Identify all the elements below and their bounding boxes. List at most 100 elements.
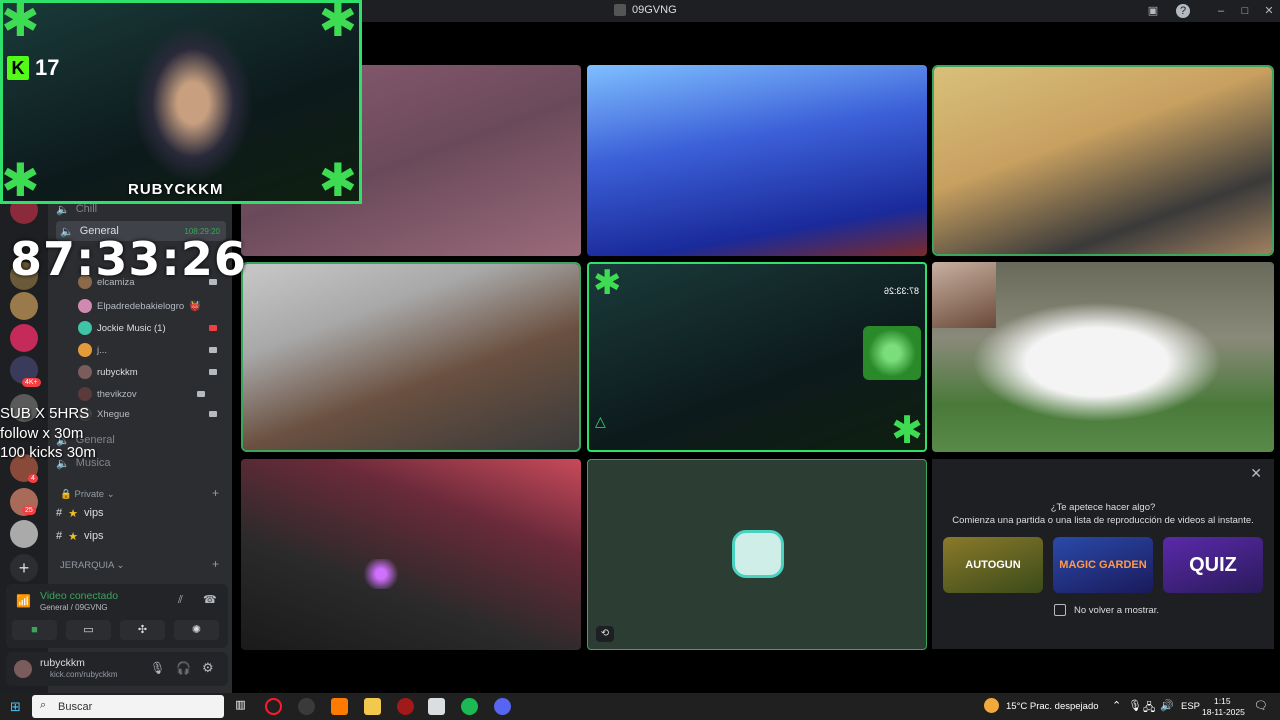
maximize-button[interactable]: □ xyxy=(1238,4,1252,18)
activity-suggestion-panel: ✕ ¿Te apetece hacer algo? Comienza una p… xyxy=(932,459,1274,649)
game-card-quiz[interactable]: QUIZ xyxy=(1163,537,1263,593)
camera-button[interactable]: ■ xyxy=(12,620,57,640)
camera-icon xyxy=(209,411,217,417)
goat-image xyxy=(972,302,1222,422)
voice-status: Video conectado xyxy=(40,590,119,602)
kick-logo-icon: K xyxy=(7,56,29,80)
server-icon xyxy=(614,4,626,16)
server-icon-4[interactable] xyxy=(10,324,38,352)
weather-icon[interactable] xyxy=(984,698,999,713)
deafened-icon xyxy=(209,325,217,331)
clock-time[interactable]: 1:15 xyxy=(1214,696,1231,706)
windows-taskbar: ⊞ ⌕ Buscar ▥ 15°C Prac. despejado ⌃ 🎙 🖧 … xyxy=(0,693,1280,720)
add-channel-icon[interactable]: + xyxy=(212,557,219,571)
close-button[interactable]: ✕ xyxy=(1262,4,1276,18)
game-card-autogun[interactable]: AUTOGUN xyxy=(943,537,1043,593)
sub-goal-line-3: 100 kicks 30m xyxy=(0,444,96,461)
notification-icon[interactable]: 🗨 xyxy=(1254,699,1268,712)
microphone-tray-icon[interactable]: 🎙 xyxy=(1128,699,1142,712)
close-icon[interactable]: ✕ xyxy=(1250,465,1262,482)
hash-icon: # xyxy=(56,507,63,519)
activity-subtitle: Comienza una partida o una lista de repr… xyxy=(952,515,1254,526)
volume-icon[interactable]: 🔊 xyxy=(1160,699,1174,712)
server-icon-9[interactable] xyxy=(10,520,38,548)
headphones-icon[interactable]: 🎧 xyxy=(176,661,191,675)
streamer-name: RUBYCKKM xyxy=(128,181,224,198)
task-view-icon[interactable]: ▥ xyxy=(232,698,249,715)
microphone-icon[interactable]: 🎙 xyxy=(150,661,165,675)
disconnect-icon[interactable]: ☎ xyxy=(203,593,217,606)
help-icon[interactable]: ? xyxy=(1176,4,1190,18)
window-title: 09GVNG xyxy=(614,4,677,16)
clock-date[interactable]: 18-11-2025 xyxy=(1202,707,1245,717)
store-icon[interactable] xyxy=(428,698,445,715)
taskbar-search[interactable]: ⌕ Buscar xyxy=(32,695,224,718)
add-server-icon[interactable]: + xyxy=(10,554,38,582)
video-tile-goat[interactable] xyxy=(932,262,1274,452)
video-tile-grey-beanie-user[interactable] xyxy=(241,262,581,452)
lock-icon: 🔒 xyxy=(60,489,72,500)
tray-chevron-icon[interactable]: ⌃ xyxy=(1112,699,1121,712)
text-channel-vips-1[interactable]: # ★ vips xyxy=(56,503,104,523)
voice-user-row[interactable]: rubyckkm xyxy=(78,362,223,382)
minimize-button[interactable]: – xyxy=(1214,4,1228,18)
opera-icon[interactable] xyxy=(265,698,282,715)
category-jerarquia[interactable]: JERARQUIA ⌄ xyxy=(60,560,124,571)
video-tile-stream-overlay[interactable]: 87:33:26 ✱ ✱ △ xyxy=(587,262,927,452)
weather-text[interactable]: 15°C Prac. despejado xyxy=(1006,701,1099,712)
text-channel-vips-2[interactable]: # ★ vips xyxy=(56,526,104,546)
app-icon[interactable] xyxy=(331,698,348,715)
network-icon[interactable]: 🖧 xyxy=(1143,699,1155,718)
activities-button[interactable]: ✣ xyxy=(120,620,165,640)
inbox-icon[interactable]: ▣ xyxy=(1146,4,1160,18)
steam-icon[interactable] xyxy=(298,698,315,715)
gear-icon[interactable]: ⚙ xyxy=(202,660,214,676)
user-name: Jockie Music (1) xyxy=(97,322,166,334)
video-tile-headset-user[interactable] xyxy=(932,65,1274,256)
add-channel-icon[interactable]: + xyxy=(212,486,219,500)
voice-user-row[interactable]: thevikzov xyxy=(78,384,223,404)
user-name: Xhegue xyxy=(97,408,130,420)
video-tile-blue-bedroom[interactable] xyxy=(587,65,927,256)
spotify-icon[interactable] xyxy=(461,698,478,715)
windows-start-icon[interactable]: ⊞ xyxy=(10,699,21,715)
voice-user-row[interactable]: Jockie Music (1) xyxy=(78,318,223,338)
leaf-icon: ✱ xyxy=(593,264,622,302)
category-private[interactable]: 🔒 Private ⌄ xyxy=(60,489,115,500)
app-icon-2[interactable] xyxy=(397,698,414,715)
game-card-magic-garden[interactable]: MAGIC GARDEN xyxy=(1053,537,1153,593)
discord-icon[interactable] xyxy=(494,698,511,715)
rgb-headset-glow xyxy=(361,559,401,589)
video-tile-empty[interactable]: ⟲ xyxy=(587,459,927,650)
activity-icon[interactable]: ⟲ xyxy=(596,626,614,642)
file-explorer-icon[interactable] xyxy=(364,698,381,715)
screen-share-button[interactable]: ▭ xyxy=(66,620,111,640)
rail-badge: 4K+ xyxy=(22,378,41,387)
search-placeholder: Buscar xyxy=(58,700,93,713)
user-name: Elpadredebakielogro xyxy=(97,300,185,312)
star-icon: ★ xyxy=(68,507,78,520)
language-indicator[interactable]: ESP xyxy=(1181,701,1200,712)
voice-user-row[interactable]: Xhegue xyxy=(78,404,223,424)
voice-user-row[interactable]: Elpadredebakielogro 👹 xyxy=(78,296,223,316)
game-title: AUTOGUN xyxy=(965,559,1021,571)
pip-cam xyxy=(932,262,996,328)
game-title: QUIZ xyxy=(1189,553,1237,576)
avatar xyxy=(78,343,92,357)
user-panel: rubyckkm kick.com/rubyckkm 🎙 🎧 ⚙ xyxy=(6,652,228,686)
video-tile-rgb-headset[interactable] xyxy=(241,459,581,650)
dont-show-checkbox[interactable] xyxy=(1054,604,1066,616)
avatar xyxy=(78,365,92,379)
user-name: thevikzov xyxy=(97,388,137,400)
server-icon-3[interactable] xyxy=(10,292,38,320)
avatar[interactable] xyxy=(14,660,32,678)
voice-user-row[interactable]: j... xyxy=(78,340,223,360)
category-label: JERARQUIA xyxy=(60,560,114,571)
user-name: rubyckkm xyxy=(97,366,138,378)
stream-timer: 87:33:26 xyxy=(10,232,247,286)
user-status: kick.com/rubyckkm xyxy=(50,670,118,679)
voice-location[interactable]: General / 09GVNG xyxy=(40,603,108,612)
noise-suppression-icon[interactable]: ⫽ xyxy=(178,594,183,607)
soundboard-button[interactable]: ✺ xyxy=(174,620,219,640)
sub-goal-line-2: follow x 30m xyxy=(0,425,84,442)
